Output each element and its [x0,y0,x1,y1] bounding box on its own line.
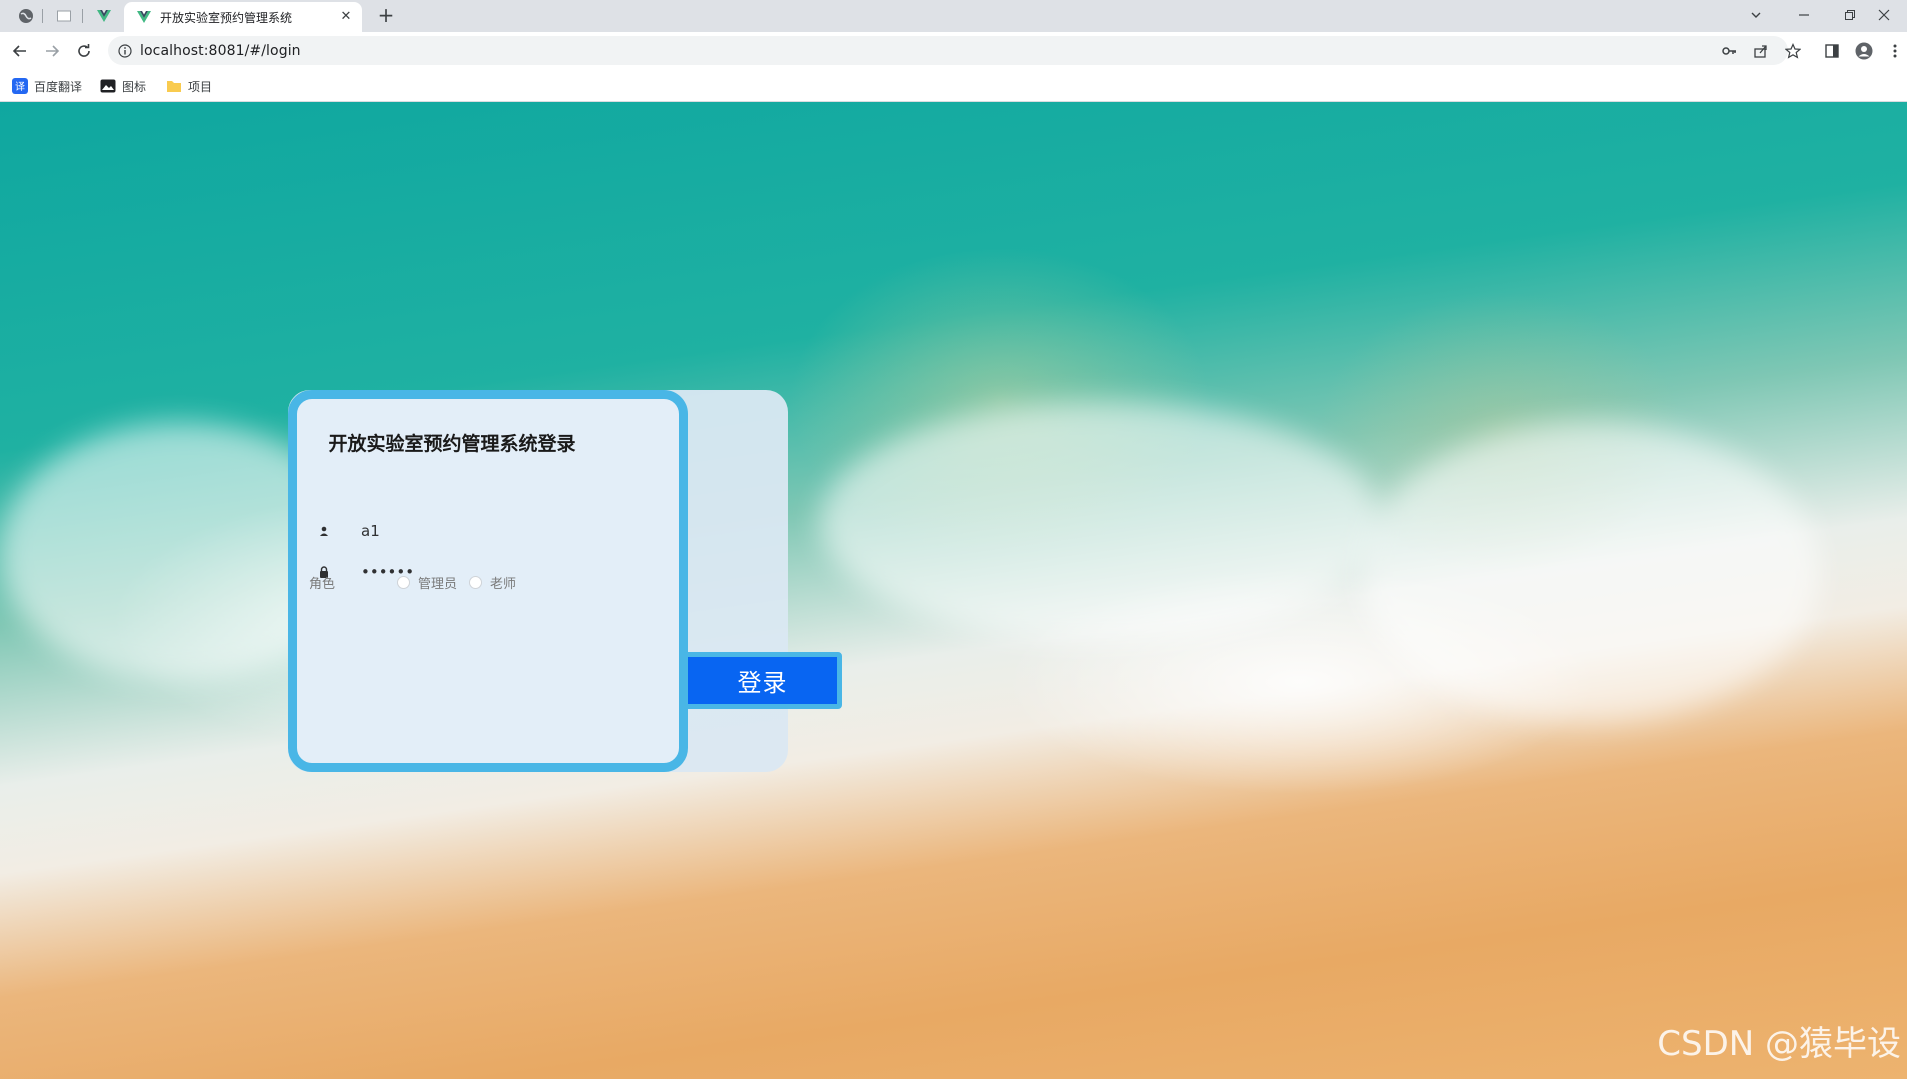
minimize-icon [1799,14,1809,16]
avatar-icon [1855,42,1873,60]
role-label: 角色 [309,576,336,592]
pinned-tab-blank[interactable] [52,6,76,26]
tab-search-button[interactable] [1733,0,1779,30]
restore-icon [1845,10,1855,20]
background-foam [1360,422,1820,722]
bookmarks-bar: 译 百度翻译 图标 项目 [0,70,1907,102]
role-option-label: 老师 [490,576,517,592]
login-form: 开放实验室预约管理系统登录 a1 •••••• 角色 管理员 老师 [288,390,688,772]
role-option-teacher[interactable]: 老师 [469,573,516,592]
role-option-admin[interactable]: 管理员 [397,573,457,592]
browser-toolbar: localhost:8081/#/login [0,32,1907,70]
more-vert-icon [1893,44,1897,58]
close-tab-icon[interactable]: ✕ [338,9,354,25]
blank-page-icon [57,10,71,22]
login-button[interactable]: 登录 [683,652,842,709]
globe-icon [19,9,33,23]
watermark: CSDN @猿毕设 [1657,1024,1901,1064]
role-option-label: 管理员 [418,576,458,592]
chevron-down-icon [1751,12,1761,18]
share-icon[interactable] [1752,42,1770,60]
role-selector: 角色 管理员 老师 [309,572,528,592]
reload-icon [78,44,90,57]
bookmark-label: 百度翻译 [34,79,83,94]
arrow-left-icon [12,45,26,57]
close-icon [1878,9,1890,21]
folder-icon [166,78,182,94]
translate-icon: 译 [12,78,28,94]
vue-logo-icon [137,11,151,23]
pinned-tab-vue[interactable] [92,6,116,26]
bookmark-item[interactable]: 译 百度翻译 [12,76,82,96]
active-tab[interactable]: 开放实验室预约管理系统 ✕ [124,2,362,32]
minimize-button[interactable] [1781,0,1827,30]
forward-button[interactable] [40,39,64,63]
bookmark-label: 项目 [188,79,213,94]
info-icon[interactable] [118,43,132,58]
radio-circle[interactable] [469,575,483,589]
page-title: 开放实验室预约管理系统登录 [328,433,576,455]
image-icon [100,78,116,94]
url-text: localhost:8081/#/login [140,42,301,59]
star-icon[interactable] [1784,42,1802,60]
radio-circle[interactable] [397,575,410,589]
bookmark-item[interactable]: 图标 [100,76,146,96]
tab-separator [82,9,83,23]
tab-separator [42,9,43,23]
pinned-tab-globe[interactable] [14,6,38,26]
reload-button[interactable] [72,39,96,63]
user-icon [313,523,335,539]
browser-tabstrip: 开放实验室预约管理系统 ✕ + [0,0,1907,32]
bookmark-label: 图标 [122,79,147,94]
close-window-button[interactable] [1861,0,1907,30]
menu-button[interactable] [1883,39,1907,63]
username-input[interactable]: a1 [361,522,380,540]
side-panel-button[interactable] [1820,39,1844,63]
svg-text:译: 译 [15,81,25,93]
profile-button[interactable] [1852,39,1876,63]
side-panel-icon [1825,44,1839,58]
key-icon[interactable] [1720,42,1738,60]
login-page-background: 开放实验室预约管理系统登录 a1 •••••• 角色 管理员 老师 登录 CSD… [0,102,1907,1079]
tab-title: 开放实验室预约管理系统 [160,10,293,25]
back-button[interactable] [8,39,32,63]
arrow-right-icon [46,45,60,57]
new-tab-button[interactable]: + [374,4,398,28]
username-field[interactable]: a1 [313,516,573,546]
bookmark-item[interactable]: 项目 [166,76,212,96]
vue-logo-icon [97,10,111,22]
address-bar[interactable]: localhost:8081/#/login [108,36,1801,65]
login-card: 开放实验室预约管理系统登录 a1 •••••• 角色 管理员 老师 登录 [288,390,842,772]
background-foam [820,402,1380,642]
